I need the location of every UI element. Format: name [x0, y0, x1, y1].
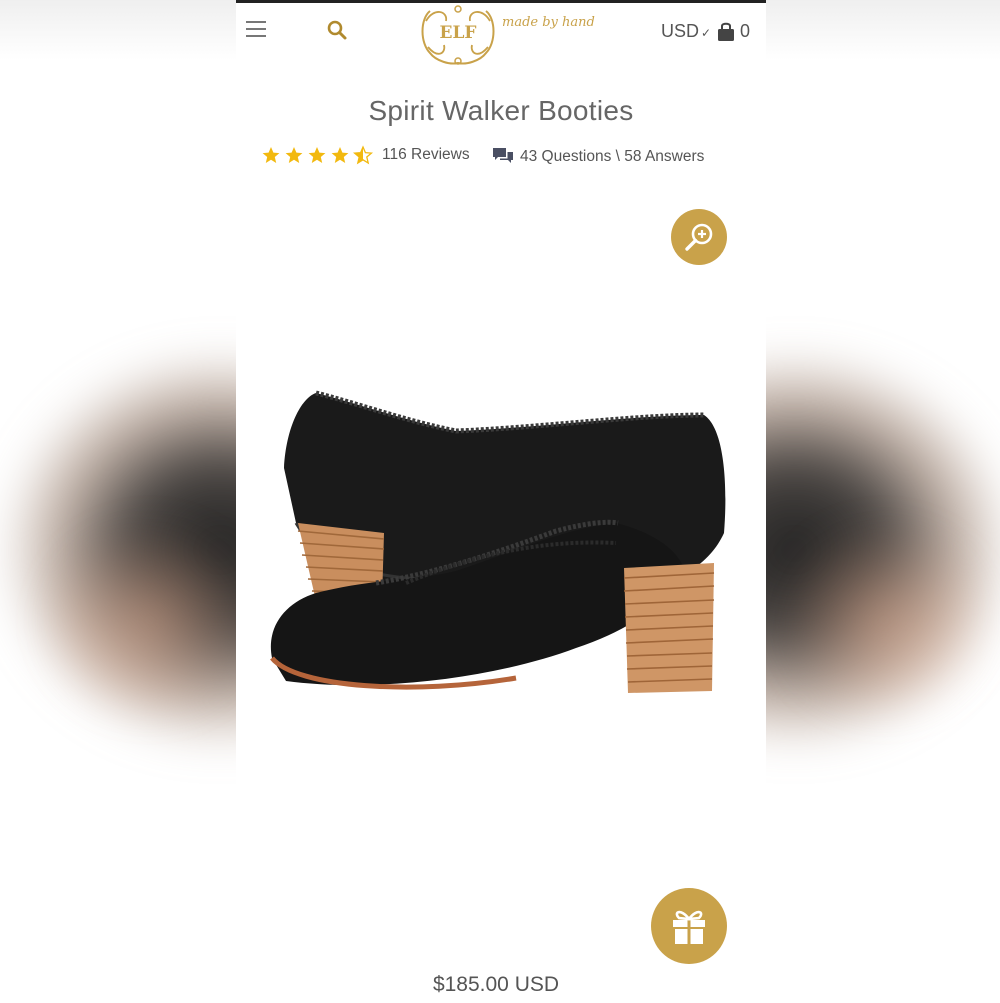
blurred-backdrop-left	[0, 0, 236, 1000]
rating-row: 116 Reviews 43 Questions \ 58 Answers	[262, 144, 752, 168]
star-half-icon	[353, 146, 373, 164]
logo-emblem: ELF	[421, 5, 495, 65]
chat-bubbles-icon	[493, 148, 513, 163]
star-icon	[331, 147, 349, 163]
cart-button[interactable]: 0	[716, 19, 756, 45]
phone-screen: ELF made by hand USD ✓ 0 Spirit Walker Bo…	[236, 0, 766, 1003]
gift-button[interactable]	[651, 888, 727, 964]
product-price: $185.00 USD	[432, 973, 560, 996]
star-icon	[308, 147, 326, 163]
blurred-backdrop-right	[764, 0, 1000, 1000]
zoom-in-icon	[685, 223, 713, 251]
questions-answers-link[interactable]: 43 Questions \ 58 Answers	[520, 148, 704, 166]
shopping-bag-icon	[718, 22, 734, 41]
product-image[interactable]	[236, 373, 766, 723]
star-rating[interactable]	[262, 144, 377, 166]
currency-selector[interactable]: USD ✓	[661, 21, 711, 42]
hamburger-icon[interactable]	[246, 21, 266, 37]
logo-tagline: made by hand	[502, 15, 595, 30]
star-icon	[262, 147, 280, 163]
product-title: Spirit Walker Booties	[368, 95, 634, 126]
logo-text: ELF	[440, 23, 477, 43]
cart-count: 0	[740, 21, 751, 41]
brand-logo[interactable]: ELF made by hand	[416, 3, 595, 69]
search-icon[interactable]	[326, 19, 348, 41]
site-header: ELF made by hand USD ✓ 0	[236, 3, 766, 65]
reviews-link[interactable]: 116 Reviews	[382, 146, 470, 164]
currency-label: USD	[661, 21, 700, 41]
chevron-down-icon: ✓	[701, 26, 712, 40]
star-icon	[285, 147, 303, 163]
gift-icon	[673, 910, 705, 944]
zoom-button[interactable]	[671, 209, 727, 265]
